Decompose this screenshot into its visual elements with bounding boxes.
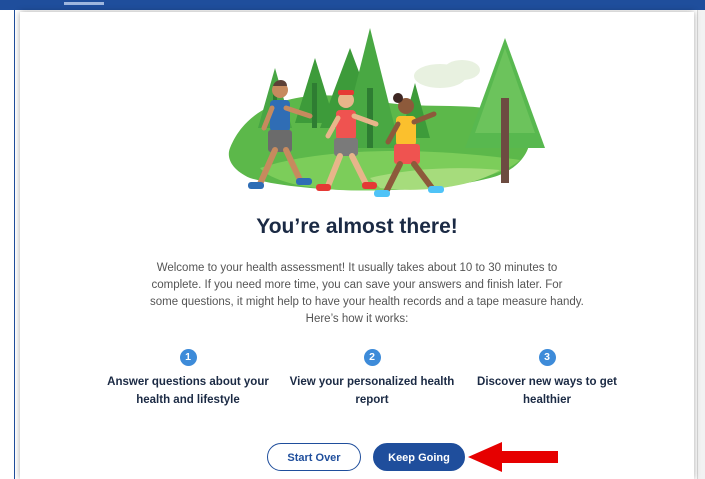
step-3-label: Discover new ways to get healthier [457,373,637,409]
step-1-badge: 1 [179,349,197,366]
step-3-label-line: Discover new ways to get [477,376,617,388]
step-1-label-line: Answer questions about your [107,376,269,388]
background-page-left [0,10,15,479]
health-assessment-modal: You’re almost there! Welcome to your hea… [20,12,694,479]
step-2: 2 View your personalized health report [282,349,462,409]
background-page-right [697,10,705,479]
step-2-label-line: View your personalized health [289,376,455,388]
step-1: 1 Answer questions about your health and… [98,349,278,409]
keep-going-button[interactable]: Keep Going [373,443,465,471]
intro-line: Welcome to your health assessment! It us… [156,262,558,274]
step-3: 3 Discover new ways to get healthier [457,349,637,409]
step-2-label: View your personalized health report [282,373,462,409]
step-3-label-line: healthier [523,394,571,406]
walkers-illustration [228,28,545,197]
top-bar-tab-indicator [64,2,104,5]
step-2-badge: 2 [363,349,381,366]
app-top-bar [0,0,705,10]
step-3-badge: 3 [538,349,556,366]
intro-text: Welcome to your health assessment! It us… [150,260,584,328]
intro-line: complete. If you need more time, you can… [151,279,563,291]
modal-title: You’re almost there! [256,215,458,238]
intro-line: Here’s how it works: [305,313,409,325]
start-over-button[interactable]: Start Over [267,443,361,471]
step-1-label: Answer questions about your health and l… [98,373,278,409]
step-1-label-line: health and lifestyle [136,394,240,406]
red-arrow-icon [468,442,558,472]
step-2-label-line: report [355,394,389,406]
intro-line: some questions, it might help to have yo… [150,296,584,308]
